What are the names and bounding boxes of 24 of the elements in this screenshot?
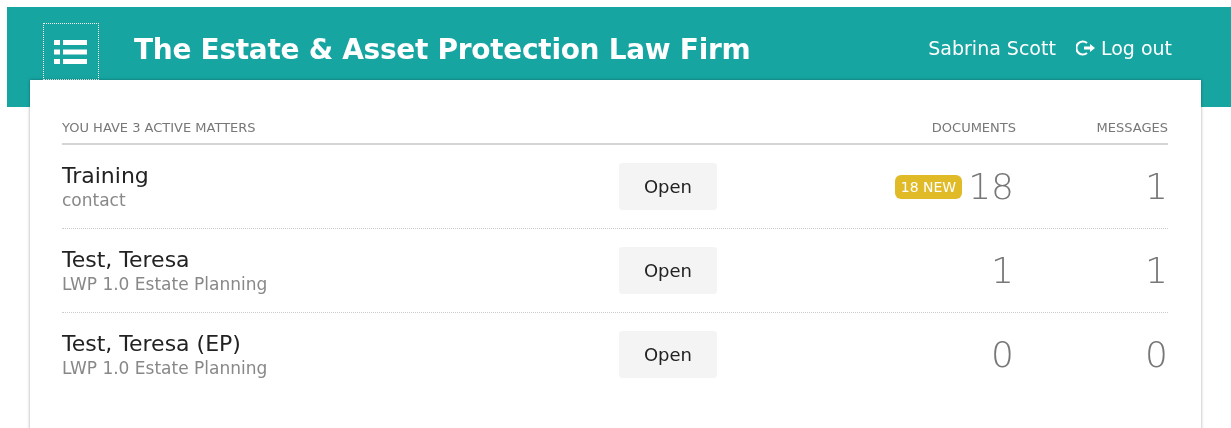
menu-icon — [54, 38, 88, 65]
open-button[interactable]: Open — [619, 331, 717, 378]
matter-type: LWP 1.0 Estate Planning — [62, 358, 269, 378]
open-button[interactable]: Open — [619, 163, 717, 210]
logout-icon — [1075, 39, 1096, 57]
new-badge: 18 NEW — [894, 174, 963, 199]
matter-type: LWP 1.0 Estate Planning — [62, 274, 269, 294]
menu-button[interactable] — [43, 23, 99, 80]
matter-name: Training — [62, 163, 150, 188]
document-count: 1 — [991, 250, 1014, 291]
matter-name: Test, Teresa (EP) — [62, 331, 242, 356]
column-header: MESSAGES — [1095, 120, 1168, 135]
message-count: 1 — [1145, 250, 1168, 291]
matter-type: contact — [62, 190, 127, 210]
matter-name: Test, Teresa — [62, 247, 191, 272]
document-count: 0 — [991, 334, 1014, 375]
message-count: 1 — [1145, 166, 1168, 207]
message-count: 0 — [1145, 334, 1168, 375]
app-title: The Estate & Asset Protection Law Firm — [134, 33, 751, 66]
open-button[interactable]: Open — [619, 247, 717, 294]
user-name: Sabrina Scott — [928, 37, 1056, 59]
column-header: DOCUMENTS — [930, 120, 1016, 135]
document-count: 18 — [968, 166, 1014, 207]
matters-heading: YOU HAVE 3 ACTIVE MATTERS — [62, 120, 257, 135]
